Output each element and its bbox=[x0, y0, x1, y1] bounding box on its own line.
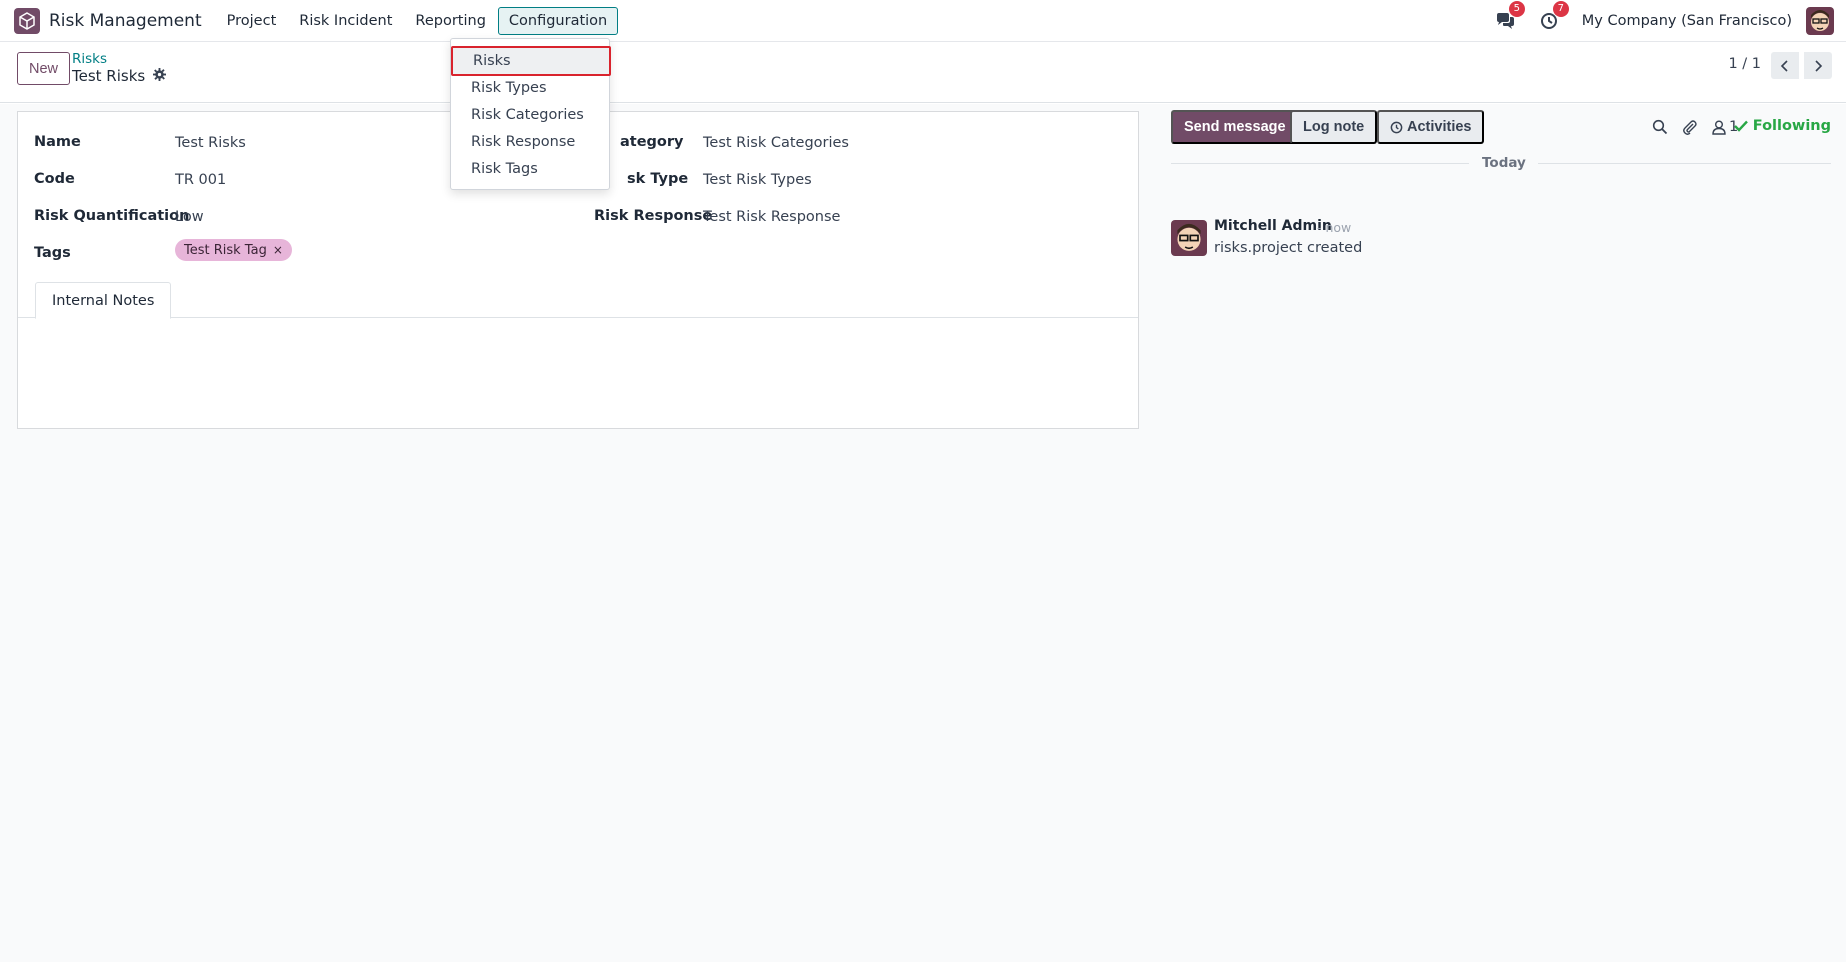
record-title: Test Risks bbox=[72, 67, 146, 85]
field-code[interactable]: TR 001 bbox=[175, 172, 226, 188]
gear-icon[interactable] bbox=[153, 67, 167, 85]
pager-previous-button[interactable] bbox=[1771, 52, 1799, 79]
dropdown-item-risk-tags[interactable]: Risk Tags bbox=[451, 155, 609, 182]
activities-badge: 7 bbox=[1552, 1, 1569, 17]
tag-chip[interactable]: Test Risk Tag × bbox=[175, 239, 292, 261]
pager-next-button[interactable] bbox=[1804, 52, 1832, 79]
clock-icon bbox=[1390, 121, 1403, 133]
menu-project[interactable]: Project bbox=[216, 7, 288, 35]
dropdown-item-risk-response[interactable]: Risk Response bbox=[451, 128, 609, 155]
field-name[interactable]: Test Risks bbox=[175, 135, 246, 151]
separator-line-right bbox=[1538, 163, 1831, 164]
pager-value[interactable]: 1 / 1 bbox=[1728, 56, 1761, 72]
label-tags: Tags bbox=[34, 245, 71, 261]
message-time: - now bbox=[1317, 220, 1352, 235]
date-separator: Today bbox=[1171, 154, 1831, 174]
user-avatar[interactable] bbox=[1806, 7, 1834, 35]
dropdown-item-risk-types[interactable]: Risk Types bbox=[451, 74, 609, 101]
configuration-dropdown: Risks Risk Types Risk Categories Risk Re… bbox=[450, 38, 611, 190]
control-panel: New Risks Test Risks 1 / 1 bbox=[0, 42, 1846, 103]
field-risk-response[interactable]: Test Risk Response bbox=[703, 209, 840, 225]
systray: 5 7 My Company (San Francisco) bbox=[1494, 0, 1846, 42]
app-logo-icon[interactable] bbox=[14, 7, 40, 34]
field-risk-quantification[interactable]: Low bbox=[175, 209, 204, 225]
notebook-tabs: Internal Notes bbox=[18, 282, 1138, 319]
label-risk-response: Risk Response bbox=[594, 208, 713, 224]
label-category: ategory bbox=[620, 134, 684, 150]
user-icon bbox=[1712, 120, 1726, 135]
company-switcher[interactable]: My Company (San Francisco) bbox=[1582, 13, 1792, 29]
separator-line-left bbox=[1171, 163, 1469, 164]
activities-label: Activities bbox=[1407, 119, 1472, 135]
menu-reporting[interactable]: Reporting bbox=[404, 7, 497, 35]
date-separator-label: Today bbox=[1482, 155, 1526, 171]
label-risk-quantification: Risk Quantification bbox=[34, 208, 190, 224]
field-category[interactable]: Test Risk Categories bbox=[703, 135, 849, 151]
dropdown-item-risks[interactable]: Risks bbox=[451, 46, 611, 76]
tab-internal-notes[interactable]: Internal Notes bbox=[35, 282, 172, 319]
record-title-row: Test Risks bbox=[72, 67, 167, 85]
field-risk-type[interactable]: Test Risk Types bbox=[703, 172, 812, 188]
activity-clock-icon[interactable]: 7 bbox=[1538, 1, 1569, 32]
label-risk-type: sk Type bbox=[627, 171, 689, 187]
label-code: Code bbox=[34, 171, 75, 187]
messages-badge: 5 bbox=[1508, 1, 1525, 17]
tag-remove-icon[interactable]: × bbox=[273, 243, 283, 257]
tag-label: Test Risk Tag bbox=[184, 242, 267, 258]
search-icon[interactable] bbox=[1652, 119, 1668, 135]
check-icon bbox=[1733, 120, 1748, 132]
main-content: Name Test Risks Code TR 001 Risk Quantif… bbox=[0, 104, 1846, 962]
chevron-right-icon bbox=[1815, 59, 1823, 72]
chevron-left-icon bbox=[1780, 59, 1788, 72]
send-message-button[interactable]: Send message bbox=[1171, 110, 1299, 144]
paperclip-icon[interactable] bbox=[1682, 119, 1698, 135]
top-navbar: Risk Management Project Risk Incident Re… bbox=[0, 0, 1846, 42]
following-label: Following bbox=[1752, 118, 1831, 134]
message-author-avatar[interactable] bbox=[1171, 220, 1207, 256]
label-name: Name bbox=[34, 134, 81, 150]
app-name[interactable]: Risk Management bbox=[49, 11, 202, 31]
following-button[interactable]: Following bbox=[1733, 118, 1831, 134]
message-body: risks.project created bbox=[1214, 240, 1363, 256]
dropdown-item-risk-categories[interactable]: Risk Categories bbox=[451, 101, 609, 128]
breadcrumb-risks[interactable]: Risks bbox=[72, 51, 107, 67]
message-author[interactable]: Mitchell Admin bbox=[1214, 218, 1332, 234]
menu-configuration[interactable]: Configuration bbox=[497, 6, 619, 35]
activities-button[interactable]: Activities bbox=[1377, 110, 1485, 144]
messages-icon[interactable]: 5 bbox=[1494, 1, 1525, 32]
new-button[interactable]: New bbox=[17, 52, 71, 85]
menu-risk-incident[interactable]: Risk Incident bbox=[288, 7, 403, 35]
log-note-button[interactable]: Log note bbox=[1290, 110, 1378, 144]
